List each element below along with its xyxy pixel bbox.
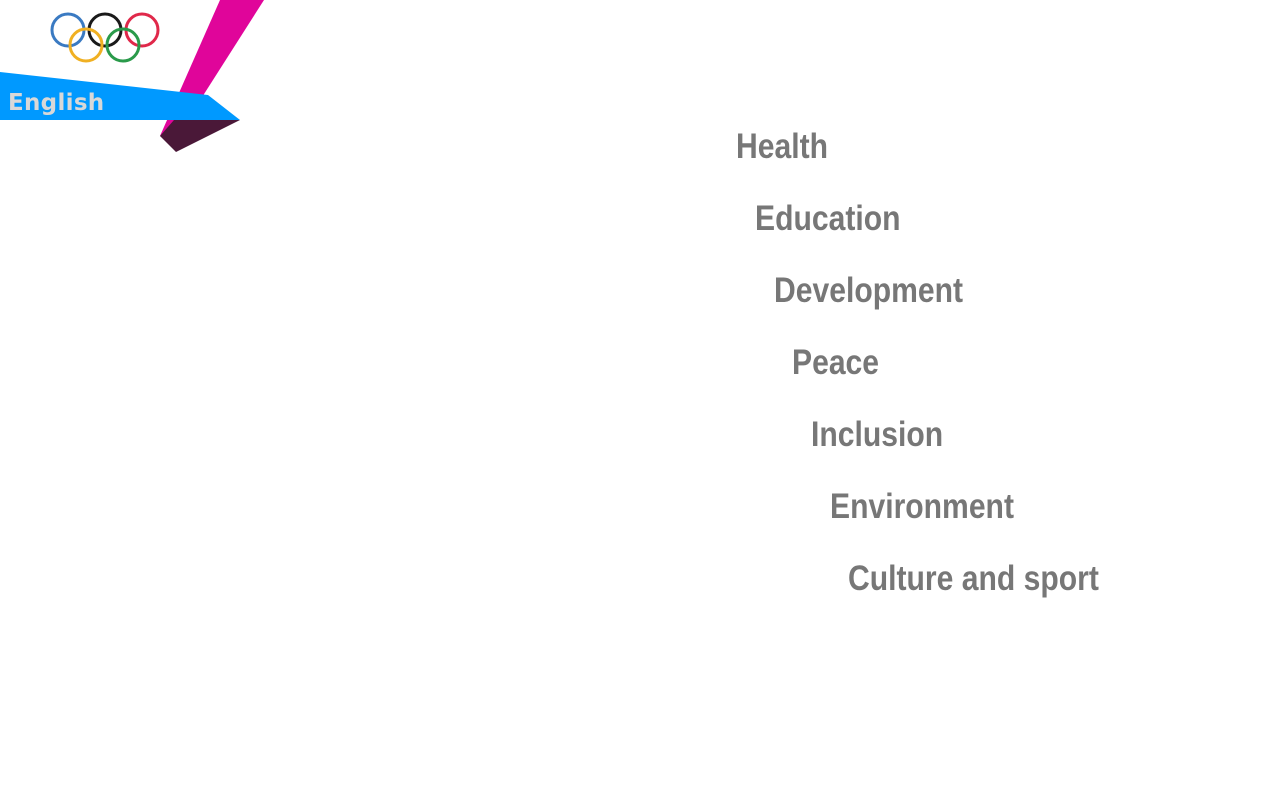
page: English Health Education Development Pea… (0, 0, 1280, 800)
language-label[interactable]: English (8, 88, 104, 118)
olympic-rings-icon (50, 12, 160, 63)
topic-peace[interactable]: Peace (792, 342, 879, 384)
topic-development[interactable]: Development (774, 270, 963, 312)
topic-culture-and-sport[interactable]: Culture and sport (848, 558, 1099, 600)
topic-education[interactable]: Education (755, 198, 901, 240)
topic-inclusion[interactable]: Inclusion (811, 414, 943, 456)
dark-ribbon-fold (160, 120, 240, 152)
topic-environment[interactable]: Environment (830, 486, 1014, 528)
topic-health[interactable]: Health (736, 126, 828, 168)
